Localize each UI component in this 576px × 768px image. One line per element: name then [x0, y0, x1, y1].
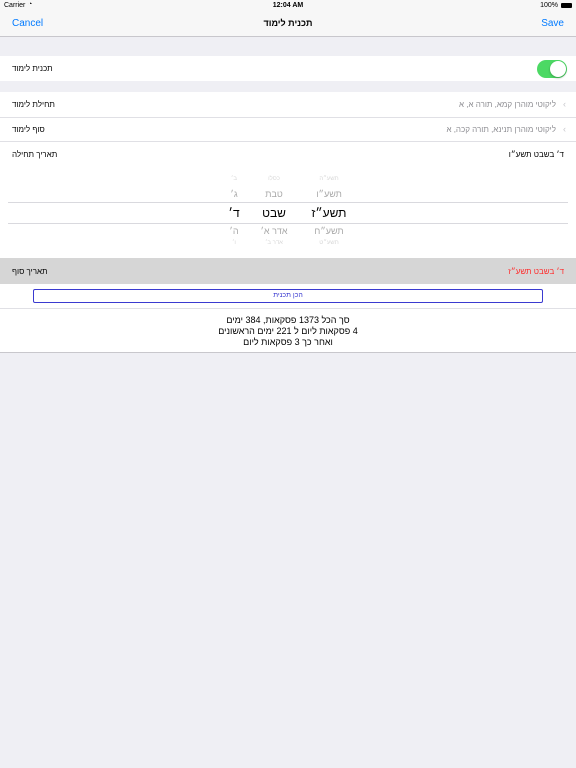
- navigation-bar: Cancel תכנית לימוד Save: [0, 12, 576, 37]
- picker-year-item: תשע״ט: [319, 240, 339, 246]
- start-study-value: ליקוטי מוהרן קמא, תורה א, א: [459, 100, 556, 109]
- chevron-left-icon: ‹: [563, 99, 566, 109]
- end-date-row[interactable]: תאריך סוף ד׳ בשבט תשע״ז: [0, 258, 576, 284]
- picker-year-item: תשע״ה: [319, 176, 339, 182]
- summary-line-initial: 4 פסקאות ליום ל 221 ימים הראשונים: [218, 326, 358, 336]
- picker-year-item: תשע״ו: [316, 189, 342, 199]
- start-study-row[interactable]: תחילת לימוד ליקוטי מוהרן קמא, תורה א, א …: [0, 92, 576, 117]
- start-date-row[interactable]: תאריך תחילה ד׳ בשבט תשע״ו: [0, 142, 576, 166]
- picker-month-item: טבת: [265, 189, 283, 199]
- status-bar: Carrier ◔ 12:04 AM 100%: [0, 0, 576, 12]
- prepare-plan-button[interactable]: הכן תכנית: [33, 289, 543, 303]
- page-title: תכנית לימוד: [263, 18, 313, 28]
- picker-month-selected: שבט: [262, 206, 286, 220]
- picker-year-item: תשע״ח: [314, 226, 344, 236]
- summary-line-after: ואחר כך 3 פסקאות ליום: [243, 337, 333, 347]
- end-date-value: ד׳ בשבט תשע״ז: [508, 267, 564, 276]
- save-button[interactable]: Save: [541, 18, 564, 29]
- battery-icon: [561, 3, 572, 8]
- toggle-knob: [550, 61, 566, 77]
- divider: [0, 308, 576, 309]
- battery-percent: 100%: [540, 2, 558, 9]
- chevron-left-icon: ‹: [563, 124, 566, 134]
- start-date-label: תאריך תחילה: [12, 150, 58, 159]
- end-study-row[interactable]: סוף לימוד ליקוטי מוהרן תנינא, תורה קכה, …: [0, 118, 576, 141]
- plan-toggle-row: תכנית לימוד: [0, 56, 576, 81]
- plan-toggle-label: תכנית לימוד: [12, 64, 53, 73]
- end-date-label: תאריך סוף: [12, 267, 48, 276]
- picker-month-item: אדר א׳: [260, 226, 288, 236]
- end-study-value: ליקוטי מוהרן תנינא, תורה קכה, א: [446, 125, 556, 134]
- plan-toggle-switch[interactable]: [537, 60, 567, 78]
- picker-year-selected: תשע״ז: [311, 206, 347, 220]
- picker-month-item: אדר ב׳: [265, 240, 283, 246]
- start-date-value: ד׳ בשבט תשע״ו: [508, 150, 564, 159]
- start-study-label: תחילת לימוד: [12, 100, 55, 109]
- status-time: 12:04 AM: [272, 2, 304, 9]
- picker-month-item: כסלו: [268, 176, 280, 182]
- summary-line-total: סך הכל 1373 פסקאות, 384 ימים: [226, 315, 350, 325]
- end-study-label: סוף לימוד: [12, 125, 45, 134]
- summary-section: הכן תכנית סך הכל 1373 פסקאות, 384 ימים 4…: [0, 284, 576, 353]
- date-picker[interactable]: ב׳ ג׳ ד׳ ה׳ ו׳ כסלו טבת שבט אדר א׳ אדר ב…: [0, 166, 576, 258]
